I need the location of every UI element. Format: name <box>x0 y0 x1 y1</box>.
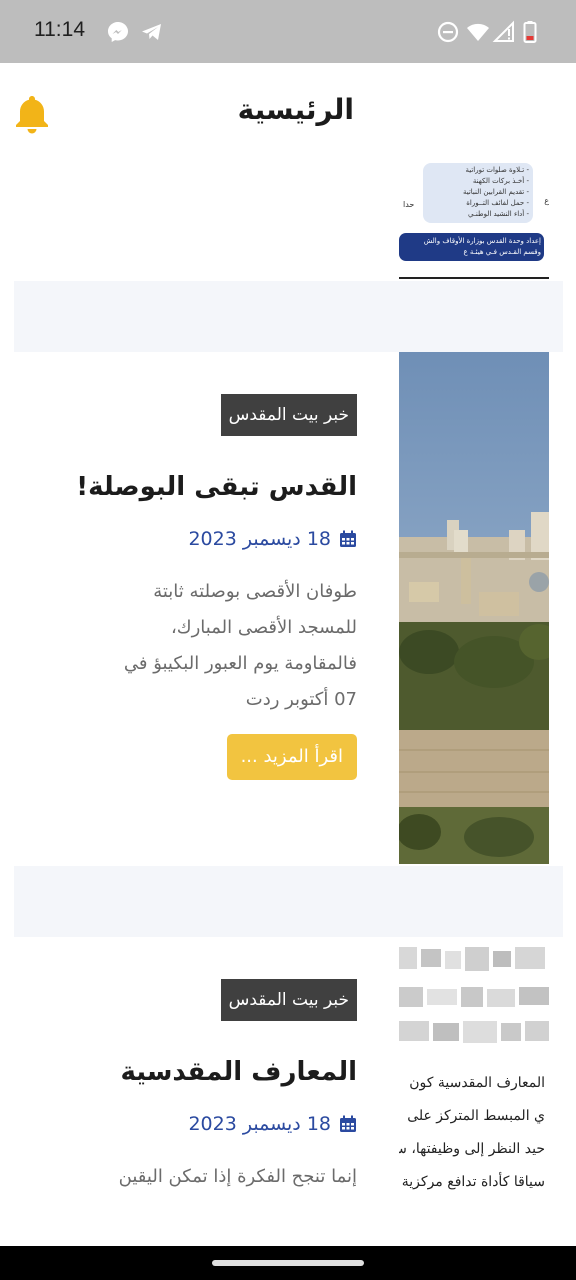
blurred-text-image <box>399 947 549 1043</box>
thumb-line: المعارف المقدسية كون <box>409 1075 545 1091</box>
bell-icon[interactable] <box>13 93 51 137</box>
article-card[interactable]: المعارف المقدسية كون ي المبسط المتركز عل… <box>14 937 563 1246</box>
card-separator <box>14 866 563 937</box>
article-date: 18 ديسمبر 2023 <box>57 528 357 550</box>
excerpt-line: للمسجد الأقصى المبارك، <box>170 617 357 638</box>
partial-article-card[interactable]: حدا ع - تـلاوة صلوات توراتية - أخـذ بركا… <box>14 163 563 281</box>
partial-footer-1: إعداد وحدة القدس بوزارة الأوقاف والش <box>423 237 541 245</box>
category-tag[interactable]: خبر بيت المقدس <box>220 394 357 436</box>
partial-line: - أداء النشيد الوطنـي <box>468 210 529 218</box>
signal-icon <box>492 20 514 42</box>
partial-line: - حمل لفائف التــوراة <box>466 199 529 207</box>
partial-line: - أخـذ بركات الكهنة <box>472 177 529 185</box>
battery-icon <box>523 21 537 43</box>
system-nav-bar <box>0 1246 576 1280</box>
date-text: 18 ديسمبر 2023 <box>188 528 331 550</box>
do-not-disturb-icon <box>437 21 459 43</box>
telegram-icon <box>142 24 161 40</box>
calendar-icon <box>340 1115 356 1132</box>
partial-line: - تـلاوة صلوات توراتية <box>465 166 529 174</box>
partial-footer-2: وقسم القـدس فـي هيئـة ع <box>463 248 541 256</box>
article-content: خبر بيت المقدس القدس تبقى البوصلة! 18 دي… <box>57 394 357 780</box>
article-image[interactable] <box>399 352 549 864</box>
excerpt-line: 07 أكتوبر ردت <box>245 689 357 710</box>
home-gesture-handle[interactable] <box>212 1260 364 1266</box>
article-excerpt: إنما تنجح الفكرة إذا تمكن اليقين <box>57 1159 357 1195</box>
partial-line: - تقديم القرابين النباتية <box>462 188 529 196</box>
status-bar: 11:14 <box>0 0 576 63</box>
messenger-icon <box>108 22 128 42</box>
partial-article-image[interactable]: حدا ع - تـلاوة صلوات توراتية - أخـذ بركا… <box>399 163 549 281</box>
status-time: 11:14 <box>34 18 85 41</box>
article-title[interactable]: القدس تبقى البوصلة! <box>57 472 357 502</box>
article-excerpt: طوفان الأقصى بوصلته ثابتة للمسجد الأقصى … <box>57 574 357 718</box>
thumb-line: حيد النظر إلى وظيفتها، س <box>399 1141 545 1157</box>
svg-text:حدا: حدا <box>403 200 414 209</box>
card-separator <box>14 281 563 352</box>
svg-text:ع: ع <box>544 196 549 205</box>
page-title: الرئيسية <box>237 93 354 126</box>
calendar-icon <box>340 530 356 547</box>
article-title[interactable]: المعارف المقدسية <box>57 1057 357 1087</box>
app-bar: الرئيسية <box>0 63 576 163</box>
excerpt-line: فالمقاومة يوم العبور البكيبؤ في <box>123 653 357 674</box>
read-more-button[interactable]: اقرأ المزيد ... <box>226 734 357 780</box>
wifi-icon <box>467 23 489 41</box>
thumb-line: سياقا كأداة تدافع مركزية <box>401 1174 545 1190</box>
excerpt-line: إنما تنجح الفكرة إذا تمكن اليقين <box>118 1166 357 1187</box>
excerpt-line: طوفان الأقصى بوصلته ثابتة <box>153 581 357 602</box>
article-card[interactable]: خبر بيت المقدس القدس تبقى البوصلة! 18 دي… <box>14 352 563 866</box>
news-feed[interactable]: حدا ع - تـلاوة صلوات توراتية - أخـذ بركا… <box>14 163 563 1246</box>
date-text: 18 ديسمبر 2023 <box>188 1113 331 1135</box>
article-date: 18 ديسمبر 2023 <box>57 1113 357 1135</box>
thumb-line: ي المبسط المتركز على <box>407 1108 545 1124</box>
article-image[interactable]: المعارف المقدسية كون ي المبسط المتركز عل… <box>399 937 549 1199</box>
jerusalem-photo <box>399 352 549 864</box>
category-tag[interactable]: خبر بيت المقدس <box>220 979 357 1021</box>
article-content: خبر بيت المقدس المعارف المقدسية 18 ديسمب… <box>57 979 357 1195</box>
